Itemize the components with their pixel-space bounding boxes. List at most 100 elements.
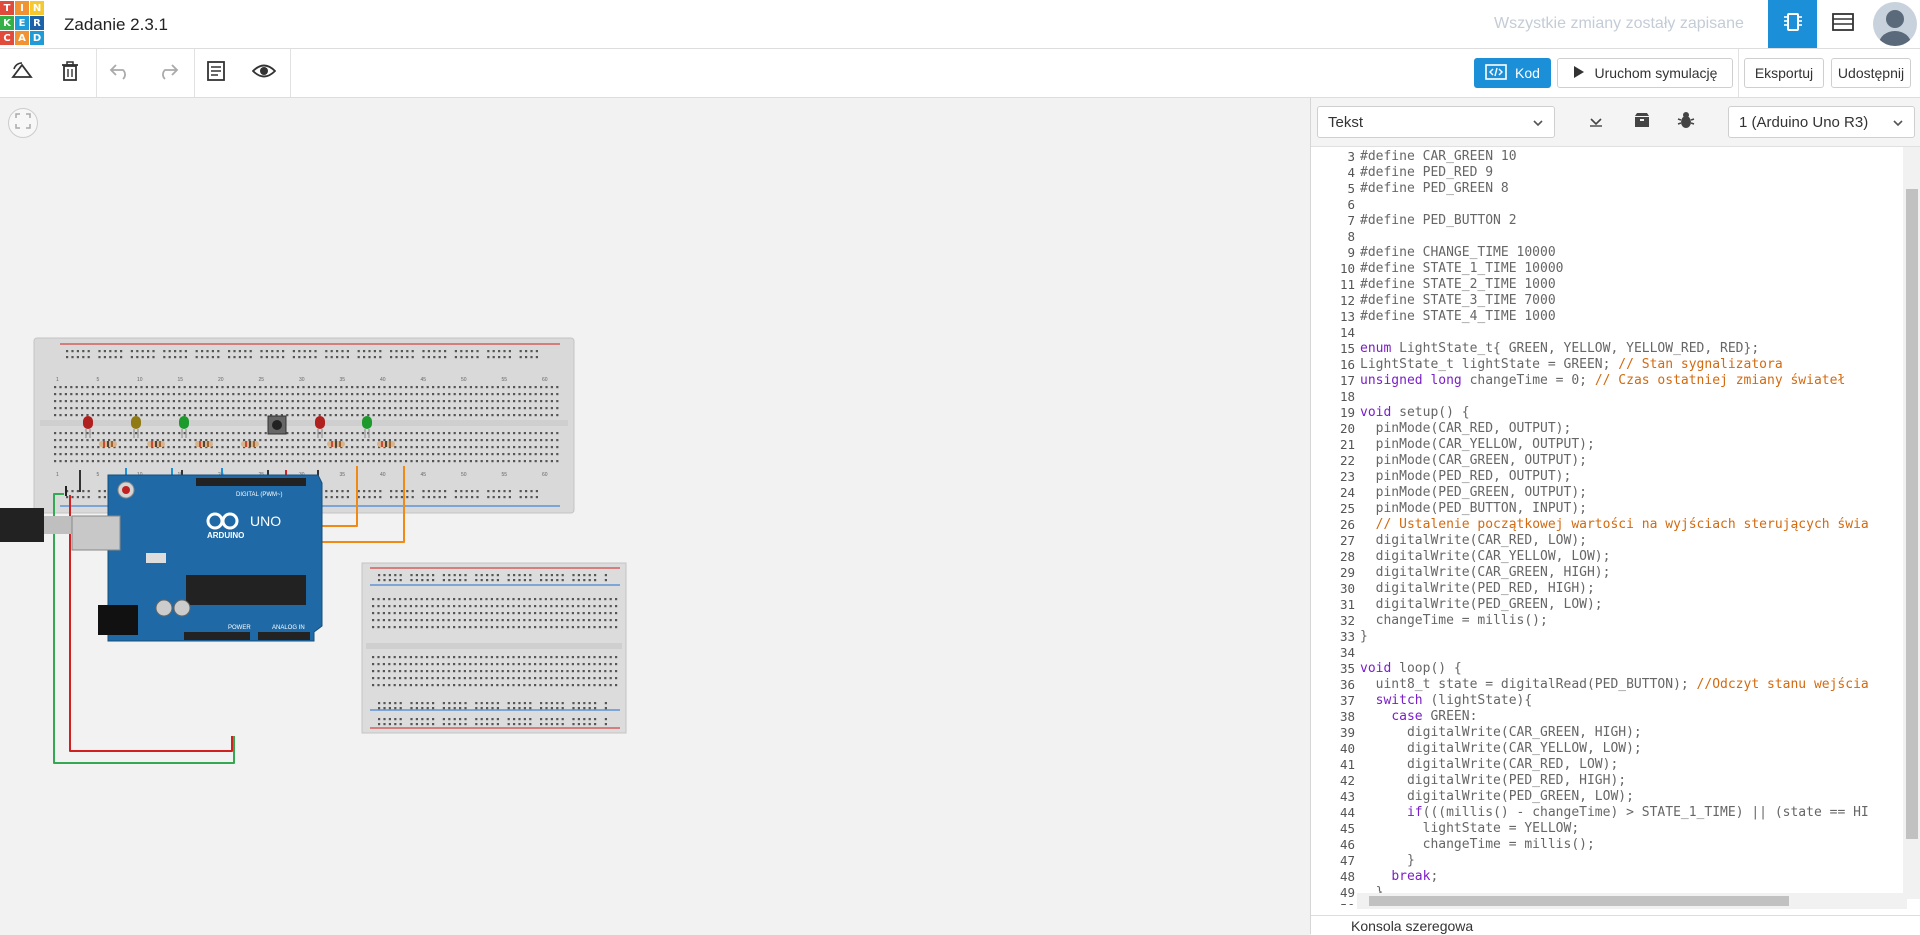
code-text: lightState = YELLOW;: [1360, 821, 1580, 836]
small-breadboard[interactable]: [361, 562, 627, 734]
code-editor[interactable]: 3 4 5 6 7 8 9 10 11 12 13 14 15 16 17 18 19 20 21 22 23 24 25 2…: [1311, 147, 1903, 905]
line-number: 10: [1339, 261, 1355, 276]
breadboard-hole: [367, 439, 370, 442]
breadboard-hole: [545, 723, 548, 726]
breadboard-hole: [382, 677, 385, 680]
horizontal-scrollbar[interactable]: [1357, 893, 1907, 909]
code-mode-select[interactable]: Tekst: [1317, 106, 1555, 138]
arduino-brand-label: ARDUINO: [207, 531, 244, 540]
breadboard-hole: [167, 460, 170, 463]
breadboard-hole: [577, 574, 580, 577]
breadboard-hole: [226, 460, 229, 463]
breadboard-hole: [588, 626, 591, 629]
download-button[interactable]: [1579, 106, 1613, 138]
breadboard-hole: [561, 684, 564, 687]
breadboard-column-label: 45: [421, 472, 427, 478]
breadboard-hole: [394, 707, 397, 710]
breadboard-hole: [54, 439, 57, 442]
undo-button[interactable]: [108, 61, 132, 85]
breadboard-hole: [399, 407, 402, 410]
breadboard-hole: [237, 432, 240, 435]
breadboard-hole: [86, 400, 89, 403]
tinkercad-logo[interactable]: TINKERCAD: [0, 1, 44, 47]
breadboard-hole: [540, 574, 543, 577]
breadboard-hole: [151, 460, 154, 463]
breadboard-hole: [571, 598, 574, 601]
breadboard-hole: [512, 677, 515, 680]
breadboard-hole: [475, 439, 478, 442]
breadboard-hole: [140, 432, 143, 435]
breadboard-hole: [108, 393, 111, 396]
vertical-scrollbar-thumb[interactable]: [1906, 189, 1918, 839]
breadboard-hole: [129, 453, 132, 456]
breadboard-hole: [490, 656, 493, 659]
breadboard-hole: [491, 414, 494, 417]
arduino-uno-board[interactable]: ARDUINO UNO DIGITAL (PWM~) POWER ANALOG …: [71, 474, 323, 642]
breadboard-hole: [216, 407, 219, 410]
line-number: 28: [1339, 549, 1355, 564]
vertical-scrollbar[interactable]: [1903, 147, 1920, 899]
breadboard-hole: [431, 626, 434, 629]
breadboard-hole: [572, 702, 575, 705]
serial-monitor-bar[interactable]: Konsola szeregowa: [1311, 915, 1920, 935]
breadboard-hole: [82, 356, 85, 359]
breadboard-hole: [534, 626, 537, 629]
breadboard-hole: [453, 460, 456, 463]
code-text: digitalWrite(CAR_YELLOW, LOW);: [1360, 549, 1611, 564]
breadboard-hole: [410, 460, 413, 463]
breadboard-hole: [421, 439, 424, 442]
redo-button[interactable]: [156, 61, 180, 85]
breadboard-hole: [243, 407, 246, 410]
breadboard-hole: [135, 414, 138, 417]
breadboard-hole: [399, 626, 402, 629]
workplane-canvas[interactable]: 1155101015152020252530303535404045455050…: [0, 98, 1310, 934]
share-button[interactable]: Udostępnij: [1831, 58, 1911, 88]
line-number: 38: [1339, 709, 1355, 724]
breadboard-hole: [405, 453, 408, 456]
breadboard-hole: [91, 407, 94, 410]
visibility-button[interactable]: [251, 61, 277, 85]
delete-button[interactable]: [58, 60, 82, 85]
export-button[interactable]: Eksportuj: [1744, 58, 1824, 88]
breadboard-hole: [544, 684, 547, 687]
horizontal-scrollbar-thumb[interactable]: [1369, 896, 1789, 906]
breadboard-column-label: 55: [502, 472, 508, 478]
breadboard-hole: [490, 684, 493, 687]
breadboard-hole: [388, 663, 391, 666]
list-view-button[interactable]: [1818, 0, 1867, 48]
breadboard-hole: [458, 663, 461, 666]
breadboard-hole: [405, 446, 408, 449]
project-title[interactable]: Zadanie 2.3.1: [64, 15, 168, 35]
rotate-button[interactable]: [10, 61, 34, 85]
breadboard-hole: [280, 446, 283, 449]
breadboard-hole: [453, 656, 456, 659]
start-simulation-button[interactable]: Uruchom symulację: [1557, 58, 1733, 88]
breadboard-hole: [463, 619, 466, 622]
user-avatar[interactable]: [1873, 2, 1917, 46]
breadboard-hole: [97, 407, 100, 410]
breadboard-hole: [394, 723, 397, 726]
board-select[interactable]: 1 (Arduino Uno R3): [1728, 106, 1915, 138]
breadboard-hole: [91, 400, 94, 403]
breadboard-hole: [345, 400, 348, 403]
breadboard-hole: [593, 598, 596, 601]
code-button[interactable]: Kod: [1474, 58, 1551, 88]
breadboard-hole: [507, 453, 510, 456]
notes-button[interactable]: [204, 60, 228, 85]
debugger-button[interactable]: [1669, 106, 1703, 138]
breadboard-hole: [340, 460, 343, 463]
breadboard-hole: [325, 350, 328, 353]
breadboard-hole: [437, 460, 440, 463]
breadboard-hole: [363, 490, 366, 493]
breadboard-hole: [373, 496, 376, 499]
breadboard-hole: [152, 350, 155, 353]
breadboard-hole: [259, 453, 262, 456]
breadboard-hole: [248, 453, 251, 456]
breadboard-hole: [463, 663, 466, 666]
breadboard-column-label: 5: [97, 377, 100, 383]
libraries-button[interactable]: [1625, 106, 1659, 138]
line-number: 5: [1347, 181, 1355, 196]
breadboard-hole: [351, 460, 354, 463]
circuit-view-button[interactable]: [1768, 0, 1817, 48]
breadboard-hole: [216, 439, 219, 442]
